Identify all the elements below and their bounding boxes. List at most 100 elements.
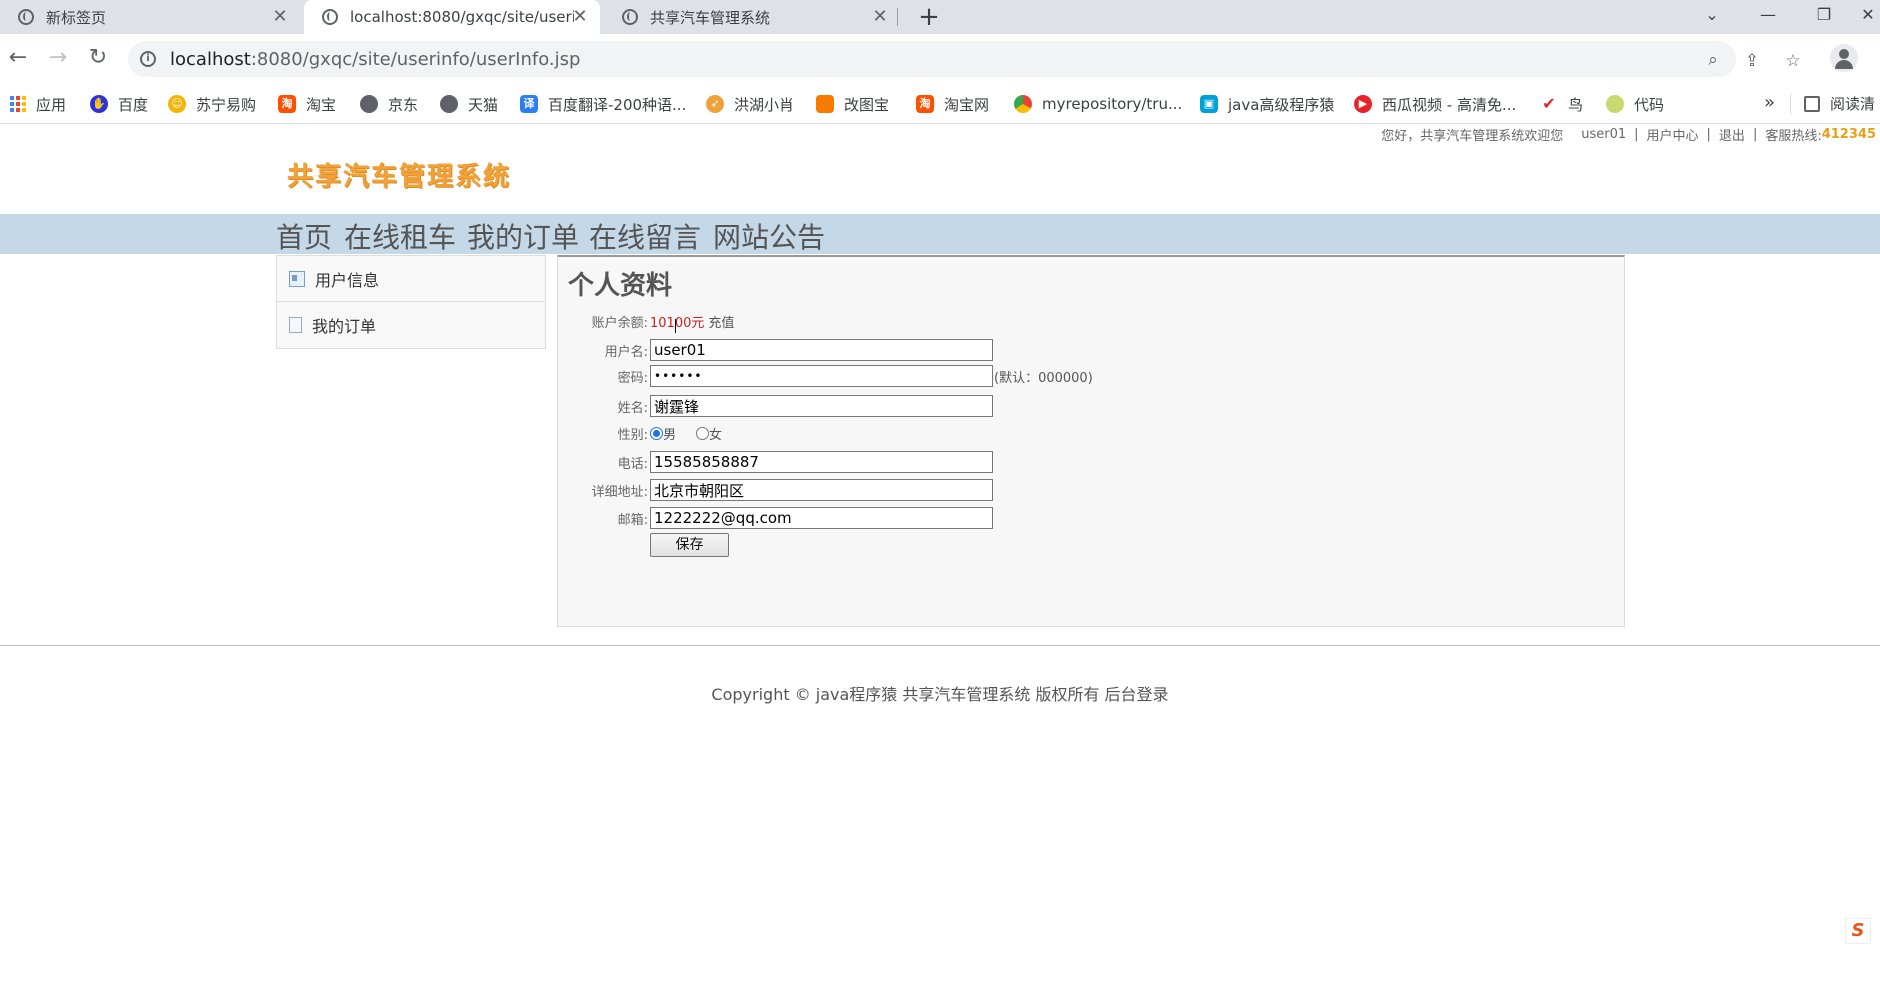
recharge-link[interactable]: 充值: [708, 312, 734, 331]
url-text[interactable]: localhost:8080/gxqc/site/userinfo/userIn…: [170, 49, 580, 70]
tab-title: 新标签页: [46, 8, 107, 27]
bookmark-bird[interactable]: ✔ 鸟: [1540, 93, 1583, 115]
nav-my-orders[interactable]: 我的订单: [467, 216, 579, 256]
bookmark-label: 洪湖小肖: [734, 95, 795, 114]
csdn-badge-icon[interactable]: S: [1845, 918, 1871, 944]
bookmark-apps[interactable]: 应用: [10, 93, 66, 115]
bookmark-bilibili[interactable]: ▣ java高级程序猿: [1200, 93, 1334, 115]
nav-online-rental[interactable]: 在线租车: [344, 216, 456, 256]
bookmark-taobao-net[interactable]: 淘 淘宝网: [916, 93, 989, 115]
bookmark-label: java高级程序猿: [1228, 95, 1335, 114]
restore-icon[interactable]: ❐: [1804, 0, 1844, 30]
bookmark-label: 淘宝网: [944, 95, 990, 114]
welcome-text: 您好，共享汽车管理系统欢迎您: [1381, 128, 1564, 144]
site-logo[interactable]: 共享汽车管理系统: [287, 156, 511, 193]
chrome-icon: [18, 9, 34, 25]
bookmark-tmall[interactable]: 天猫: [440, 93, 498, 115]
share-icon[interactable]: ⇪: [1741, 50, 1763, 72]
bookmark-xigua[interactable]: ▶ 西瓜视频 - 高清免...: [1354, 93, 1516, 115]
sidebar-item-user-info[interactable]: 用户信息: [277, 256, 545, 302]
gender-female-label: 女: [709, 427, 723, 443]
gender-male-radio[interactable]: [650, 426, 663, 440]
save-button[interactable]: 保存: [650, 533, 729, 557]
password-input[interactable]: [650, 365, 993, 387]
bookmark-label: 西瓜视频 - 高清免...: [1382, 95, 1517, 114]
bookmark-taobao[interactable]: 淘 淘宝: [278, 93, 336, 115]
bookmark-code[interactable]: 代码: [1606, 93, 1664, 115]
close-icon[interactable]: ✕: [270, 6, 290, 28]
tab-car-system[interactable]: 共享汽车管理系统 ✕: [604, 0, 900, 34]
username-input[interactable]: [650, 339, 993, 361]
email-input[interactable]: [650, 507, 993, 529]
gender-female-radio[interactable]: [696, 426, 710, 440]
username-link[interactable]: user01: [1581, 127, 1626, 142]
close-icon[interactable]: ✕: [570, 6, 590, 28]
bookmark-star-icon[interactable]: ☆: [1782, 50, 1804, 72]
close-icon[interactable]: ✕: [870, 6, 890, 28]
site-info-icon[interactable]: i: [140, 51, 156, 67]
hotline-number: 412345: [1821, 126, 1876, 142]
reading-list-label: 阅读清: [1830, 95, 1876, 113]
baidu-icon: ✋: [90, 95, 108, 113]
sidebar-item-label: 我的订单: [312, 317, 377, 336]
bookmark-label: 京东: [388, 95, 419, 114]
address-input[interactable]: [650, 479, 993, 501]
phone-row: 电话:: [558, 450, 993, 474]
name-input[interactable]: [650, 395, 993, 417]
url-host: localhost: [170, 49, 251, 70]
nav-announcements[interactable]: 网站公告: [713, 216, 825, 256]
bookmark-label: 天猫: [468, 95, 499, 114]
bookmark-label: 淘宝: [306, 95, 337, 114]
bookmarks-more-icon[interactable]: »: [1764, 92, 1775, 113]
bookmark-baidu[interactable]: ✋ 百度: [90, 93, 148, 115]
bookmark-label: 百度翻译-200种语...: [548, 95, 687, 114]
password-label: 密码:: [617, 370, 648, 386]
page-title: 个人资料: [568, 271, 673, 301]
xigua-icon: ▶: [1354, 95, 1372, 113]
gaitubao-icon: [816, 95, 834, 113]
bookmarks-bar: 应用 ✋ 百度 ☺ 苏宁易购 淘 淘宝 京东 天猫 译 百度翻译-200种语..…: [0, 84, 1880, 124]
bookmark-myrepository[interactable]: myrepository/tru...: [1014, 93, 1182, 115]
email-label: 邮箱:: [617, 512, 648, 528]
profile-panel: 个人资料 账户余额: 10100元 充值 用户名: 密码: (默认：000000…: [557, 255, 1625, 627]
bookmark-label: 苏宁易购: [196, 95, 257, 114]
balance-label: 账户余额:: [591, 315, 648, 331]
hotline-label: 客服热线:: [1765, 128, 1822, 144]
globe-icon: [622, 9, 638, 25]
logout-link[interactable]: 退出: [1719, 125, 1745, 144]
apps-grid-icon: [10, 96, 26, 112]
name-label: 姓名:: [617, 400, 648, 416]
bookmark-gaitubao[interactable]: 改图宝: [816, 93, 889, 115]
bookmark-jd[interactable]: 京东: [360, 93, 418, 115]
reading-list-button[interactable]: 阅读清: [1804, 93, 1875, 114]
suning-icon: ☺: [168, 95, 186, 113]
address-row: 详细地址:: [558, 478, 993, 502]
tab-search-icon[interactable]: ⌄: [1692, 0, 1732, 30]
reload-icon[interactable]: ↻: [84, 44, 112, 72]
bookmark-label: 鸟: [1568, 95, 1584, 114]
nav-messages[interactable]: 在线留言: [589, 216, 701, 256]
bookmark-honghu[interactable]: ➶ 洪湖小肖: [706, 93, 794, 115]
nav-home[interactable]: 首页: [276, 216, 332, 256]
bookmark-suning[interactable]: ☺ 苏宁易购: [168, 93, 256, 115]
new-tab-button[interactable]: +: [914, 2, 944, 32]
forward-arrow-icon[interactable]: →: [44, 44, 72, 72]
sidebar-item-label: 用户信息: [315, 270, 380, 290]
user-center-link[interactable]: 用户中心: [1647, 125, 1699, 144]
phone-input[interactable]: [650, 451, 993, 473]
profile-avatar-icon[interactable]: [1830, 44, 1858, 72]
tab-new-tab[interactable]: 新标签页 ✕: [0, 0, 300, 34]
window-close-icon[interactable]: ✕: [1856, 0, 1880, 30]
browser-tabstrip: 新标签页 ✕ localhost:8080/gxqc/site/userinfo…: [0, 0, 1880, 34]
bookmark-baidu-translate[interactable]: 译 百度翻译-200种语...: [520, 93, 686, 115]
address-bar[interactable]: i localhost:8080/gxqc/site/userinfo/user…: [128, 41, 1736, 77]
sidebar-item-my-orders[interactable]: 我的订单: [277, 302, 545, 348]
rocket-icon: ➶: [706, 95, 724, 113]
password-hint: (默认：000000): [994, 370, 1093, 386]
top-user-bar: 您好，共享汽车管理系统欢迎您 user01 | 用户中心 | 退出 | 客服热线…: [1381, 125, 1876, 144]
tab-userinfo[interactable]: localhost:8080/gxqc/site/userinfo/userIn…: [304, 0, 600, 34]
gender-label: 性别:: [617, 427, 648, 443]
minimize-icon[interactable]: —: [1748, 0, 1788, 30]
back-arrow-icon[interactable]: ←: [4, 44, 32, 72]
zoom-icon[interactable]: ⌕: [1702, 49, 1724, 71]
